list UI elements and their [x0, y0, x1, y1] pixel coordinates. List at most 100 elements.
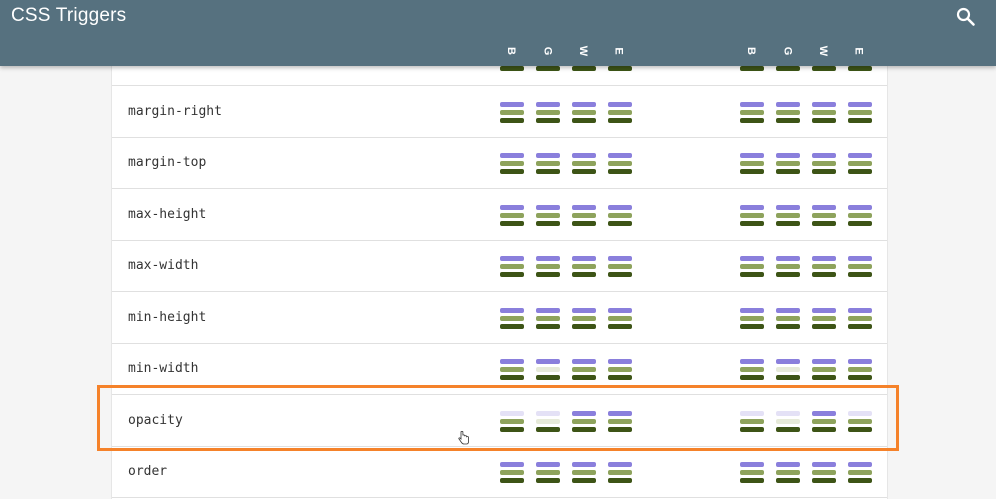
paint-bar [608, 109, 632, 115]
layout-bar [812, 462, 836, 467]
paint-bar [536, 161, 560, 166]
paint-bar [608, 161, 632, 166]
layout-bar [572, 101, 596, 107]
layout-bar [776, 153, 800, 158]
paint-bar [776, 212, 800, 218]
composite-bar [608, 426, 632, 432]
trigger-indicator [776, 101, 800, 125]
trigger-indicator [536, 204, 560, 228]
layout-bar [608, 256, 632, 261]
composite-bar [608, 169, 632, 174]
trigger-indicator [740, 462, 764, 485]
property-row[interactable]: max-width [112, 240, 887, 292]
paint-bar [740, 470, 764, 475]
trigger-indicator [812, 462, 836, 485]
trigger-indicator [608, 462, 632, 485]
trigger-indicator [608, 204, 632, 228]
trigger-indicator [740, 307, 764, 331]
column-header-w: W [816, 45, 829, 57]
composite-bar [848, 66, 872, 71]
paint-bar [740, 418, 764, 424]
trigger-indicator [848, 462, 872, 485]
composite-bar [572, 220, 596, 226]
trigger-indicator [740, 256, 764, 279]
composite-bar [776, 117, 800, 123]
trigger-indicator [572, 153, 596, 176]
composite-bar [812, 117, 836, 123]
layout-bar [740, 153, 764, 158]
layout-bar [608, 410, 632, 416]
column-header-g: G [781, 46, 793, 56]
property-row[interactable]: margin-right [112, 86, 887, 138]
trigger-indicator [776, 204, 800, 228]
composite-bar [740, 323, 764, 329]
property-row[interactable]: margin-top [112, 137, 887, 189]
layout-bar [740, 410, 764, 416]
paint-bar [812, 109, 836, 115]
composite-bar [812, 478, 836, 483]
property-row[interactable]: min-height [112, 292, 887, 344]
layout-bar [572, 359, 596, 364]
layout-bar [608, 101, 632, 107]
property-row[interactable]: max-height [112, 189, 887, 241]
layout-bar [812, 256, 836, 261]
layout-bar [848, 204, 872, 210]
trigger-indicator [572, 462, 596, 485]
paint-bar [848, 418, 872, 424]
paint-bar [500, 212, 524, 218]
layout-bar [500, 256, 524, 261]
paint-bar [848, 264, 872, 269]
property-row[interactable]: opacity [112, 395, 887, 447]
paint-bar [776, 315, 800, 321]
composite-bar [848, 478, 872, 483]
composite-bar [776, 323, 800, 329]
paint-bar [572, 315, 596, 321]
trigger-indicator [572, 256, 596, 279]
paint-bar [740, 212, 764, 218]
trigger-indicator [812, 204, 836, 228]
paint-bar [776, 264, 800, 269]
property-row[interactable]: order [112, 446, 887, 498]
trigger-indicator [536, 359, 560, 382]
property-row[interactable]: min-width [112, 343, 887, 395]
composite-bar [572, 66, 596, 71]
layout-bar [740, 101, 764, 107]
layout-bar [608, 359, 632, 364]
paint-bar [740, 264, 764, 269]
composite-bar [812, 66, 836, 71]
layout-bar [812, 359, 836, 364]
layout-bar [776, 204, 800, 210]
composite-bar [812, 323, 836, 329]
paint-bar [500, 367, 524, 372]
trigger-indicator [500, 101, 524, 125]
layout-bar [608, 204, 632, 210]
trigger-indicator [572, 307, 596, 331]
trigger-indicator [776, 410, 800, 434]
layout-bar [740, 462, 764, 467]
paint-bar [536, 470, 560, 475]
composite-bar [812, 220, 836, 226]
trigger-indicator [776, 153, 800, 176]
paint-bar [608, 418, 632, 424]
layout-bar [608, 153, 632, 158]
composite-bar [572, 478, 596, 483]
composite-bar [848, 220, 872, 226]
column-header-e: E [613, 47, 625, 55]
trigger-indicator [536, 410, 560, 434]
paint-bar [572, 212, 596, 218]
layout-bar [848, 410, 872, 416]
paint-bar [848, 367, 872, 372]
paint-bar [536, 264, 560, 269]
layout-bar [500, 462, 524, 467]
composite-bar [500, 375, 524, 380]
composite-bar [608, 117, 632, 123]
trigger-indicator [536, 462, 560, 485]
paint-bar [848, 470, 872, 475]
column-header-w: W [576, 45, 589, 57]
paint-bar [776, 109, 800, 115]
composite-bar [848, 169, 872, 174]
composite-bar [500, 117, 524, 123]
composite-bar [776, 272, 800, 277]
composite-bar [812, 272, 836, 277]
search-icon[interactable] [954, 5, 978, 29]
